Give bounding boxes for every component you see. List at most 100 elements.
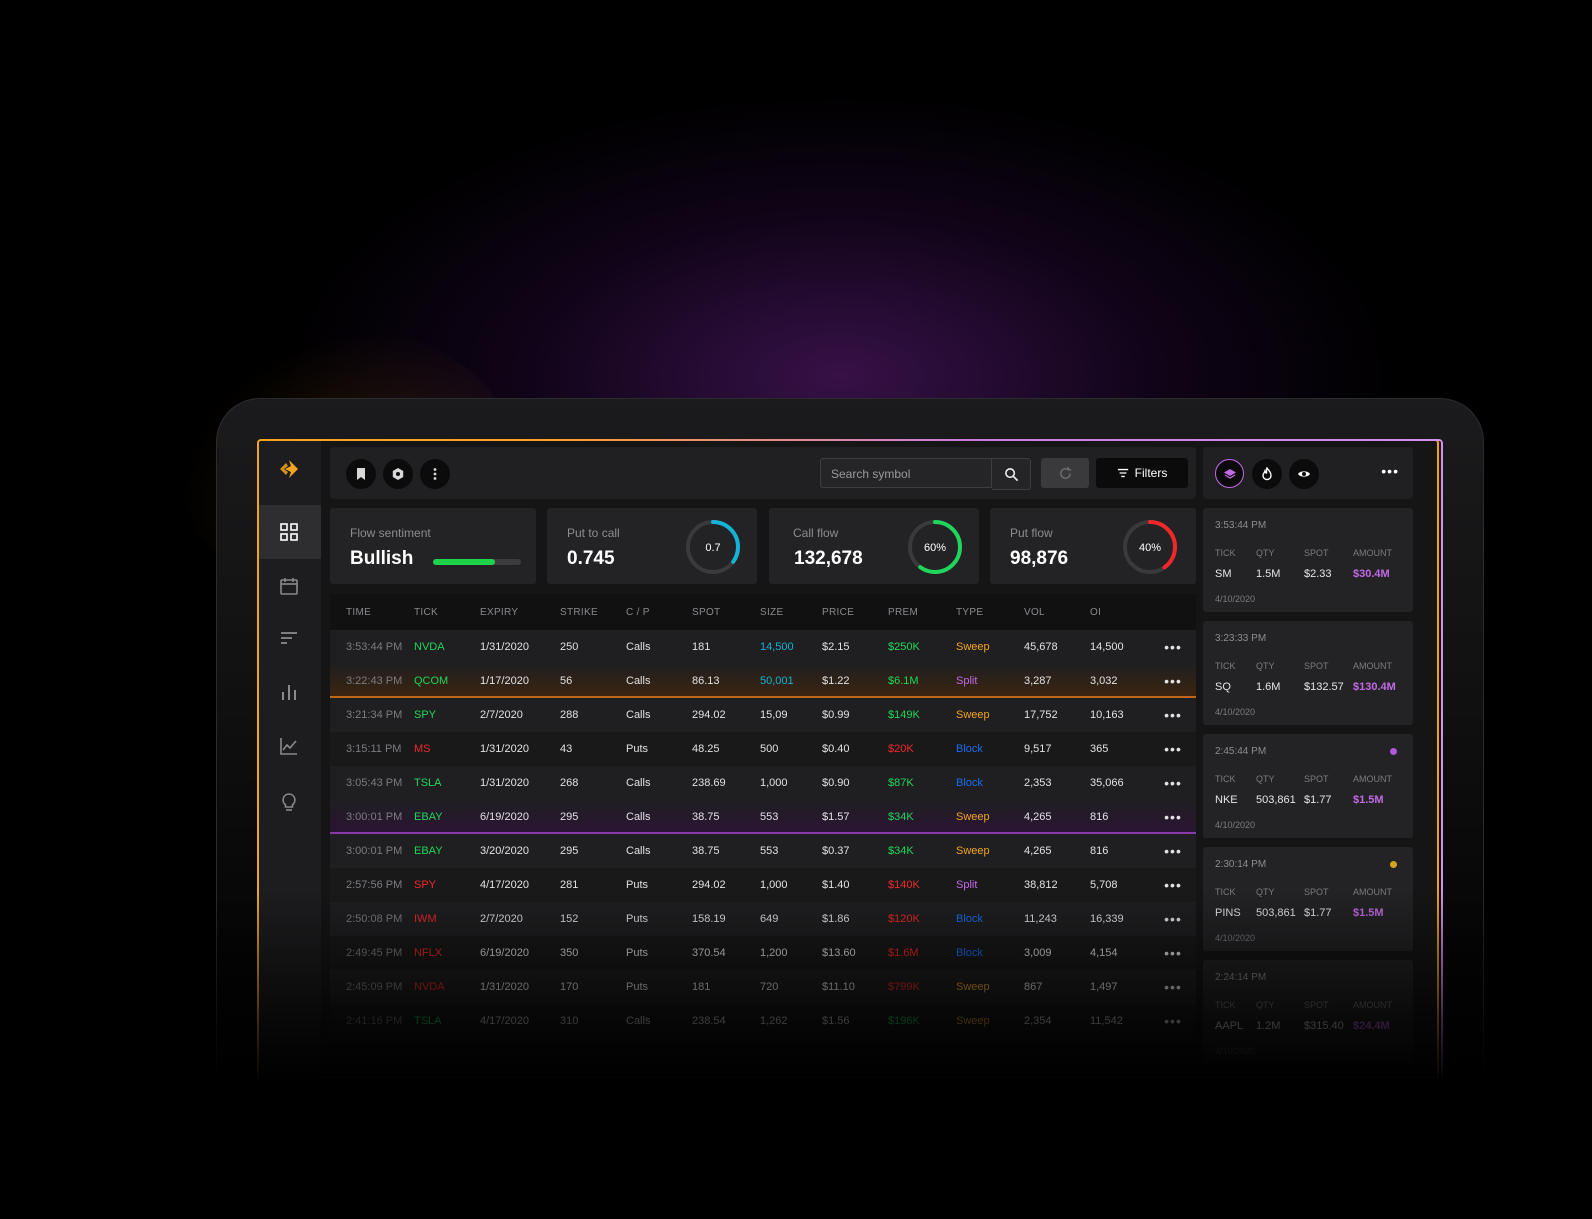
cell-time: 3:05:43 PM bbox=[346, 777, 403, 789]
table-row[interactable]: 2:41:16 PM TSLA 4/17/2020 310 Calls 238.54 1,2… bbox=[330, 1004, 1196, 1038]
flow-alert-card[interactable]: 3:23:33 PM TICK QTY SPOT AMOUNT SQ 1.6M $132.57… bbox=[1203, 621, 1413, 725]
alert-header-spot: SPOT bbox=[1304, 548, 1329, 558]
cell-tick: NVDA bbox=[414, 981, 445, 993]
eye-icon bbox=[1298, 471, 1310, 477]
flow-alert-card[interactable]: 2:30:14 PM TICK QTY SPOT AMOUNT PINS 503,861 $1… bbox=[1203, 847, 1413, 951]
panel-more-icon[interactable]: ••• bbox=[1381, 463, 1399, 479]
cell-size: 1,262 bbox=[760, 1015, 788, 1027]
table-row[interactable]: 3:15:11 PM MS 1/31/2020 43 Puts 48.25 500 $0.40… bbox=[330, 732, 1196, 766]
cell-oi: 5,708 bbox=[1090, 879, 1118, 891]
cell-strike: 268 bbox=[560, 777, 579, 789]
flow-alert-card[interactable]: 2:45:44 PM TICK QTY SPOT AMOUNT NKE 503,861 $1.… bbox=[1203, 734, 1413, 838]
table-row[interactable]: 2:57:56 PM SPY 4/17/2020 281 Puts 294.02 1,000… bbox=[330, 868, 1196, 902]
alert-tick: SQ bbox=[1215, 681, 1231, 693]
table-row[interactable]: 2:50:08 PM IWM 2/7/2020 152 Puts 158.19 649 $1.… bbox=[330, 902, 1196, 936]
top-toolbar: Search symbol Filters bbox=[330, 447, 1196, 499]
sidebar-item-ideas[interactable] bbox=[257, 775, 321, 829]
row-more-icon[interactable]: ••• bbox=[1150, 639, 1196, 655]
cell-vol: 11,243 bbox=[1024, 913, 1057, 925]
sidebar-item-bar-chart[interactable] bbox=[257, 665, 321, 719]
search-button[interactable] bbox=[992, 458, 1031, 490]
cell-size: 720 bbox=[760, 981, 779, 993]
alert-amount: $1.5M bbox=[1353, 907, 1384, 919]
sidebar-item-line-chart[interactable] bbox=[257, 719, 321, 773]
alert-tick: AAPL bbox=[1215, 1020, 1244, 1032]
cell-strike: 295 bbox=[560, 811, 579, 823]
cell-cp: Calls bbox=[626, 709, 651, 721]
bookmark-button[interactable] bbox=[346, 459, 376, 489]
put-flow-ring-label: 40% bbox=[1139, 542, 1161, 554]
column-header-cp[interactable]: C / P bbox=[626, 607, 692, 618]
table-row[interactable]: 3:53:44 PM NVDA 1/31/2020 250 Calls 181 14,500… bbox=[330, 630, 1196, 664]
layers-button[interactable] bbox=[1215, 459, 1244, 488]
refresh-button[interactable] bbox=[1041, 458, 1089, 488]
sidebar-item-sort[interactable] bbox=[257, 611, 321, 665]
right-panel-toolbar: ••• bbox=[1203, 447, 1413, 499]
settings-button[interactable] bbox=[383, 459, 413, 489]
column-header-strike[interactable]: STRIKE bbox=[560, 607, 626, 618]
table-row[interactable]: 3:22:43 PM QCOM 1/17/2020 56 Calls 86.13 50,00… bbox=[330, 664, 1196, 698]
row-more-icon[interactable]: ••• bbox=[1150, 775, 1196, 791]
sort-icon bbox=[281, 632, 297, 644]
row-more-icon[interactable]: ••• bbox=[1150, 843, 1196, 859]
cell-prem: $6.1M bbox=[888, 675, 919, 687]
table-row[interactable]: 3:21:34 PM SPY 2/7/2020 288 Calls 294.02 15,09… bbox=[330, 698, 1196, 732]
cell-size: 15,09 bbox=[760, 709, 788, 721]
column-header-time[interactable]: TIME bbox=[330, 607, 414, 618]
cell-time: 2:50:08 PM bbox=[346, 913, 403, 925]
column-header-vol[interactable]: VOL bbox=[1024, 607, 1090, 618]
filters-button[interactable]: Filters bbox=[1096, 458, 1188, 488]
cell-oi: 365 bbox=[1090, 743, 1109, 755]
row-more-icon[interactable]: ••• bbox=[1150, 945, 1196, 961]
column-header-price[interactable]: PRICE bbox=[822, 607, 888, 618]
cell-tick: TSLA bbox=[414, 1015, 442, 1027]
more-menu-button[interactable] bbox=[420, 459, 450, 489]
table-row[interactable]: 3:00:01 PM EBAY 6/19/2020 295 Calls 38.75 553 $… bbox=[330, 800, 1196, 834]
row-more-icon[interactable]: ••• bbox=[1150, 1013, 1196, 1029]
flow-alert-card[interactable]: 2:24:14 PM TICK QTY SPOT AMOUNT AAPL 1.2M $315.… bbox=[1203, 960, 1413, 1064]
flow-sentiment-value: Bullish bbox=[350, 548, 414, 569]
row-more-icon[interactable]: ••• bbox=[1150, 673, 1196, 689]
column-header-tick[interactable]: TICK bbox=[414, 607, 480, 618]
cell-spot: 48.25 bbox=[692, 743, 720, 755]
alert-header-amount: AMOUNT bbox=[1353, 887, 1392, 897]
row-more-icon[interactable]: ••• bbox=[1150, 911, 1196, 927]
cell-price: $0.40 bbox=[822, 743, 850, 755]
column-header-oi[interactable]: OI bbox=[1090, 607, 1150, 618]
column-header-expiry[interactable]: EXPIRY bbox=[480, 607, 560, 618]
hot-button[interactable] bbox=[1252, 459, 1282, 489]
cell-strike: 250 bbox=[560, 641, 579, 653]
row-more-icon[interactable]: ••• bbox=[1150, 809, 1196, 825]
cell-spot: 181 bbox=[692, 981, 711, 993]
cell-vol: 45,678 bbox=[1024, 641, 1058, 653]
table-row[interactable]: 2:45:09 PM NVDA 1/31/2020 170 Puts 181 720 $11.… bbox=[330, 970, 1196, 1004]
table-row[interactable]: 2:49:45 PM NFLX 6/19/2020 350 Puts 370.54 1,20… bbox=[330, 936, 1196, 970]
flow-alert-card[interactable]: 3:53:44 PM TICK QTY SPOT AMOUNT SM 1.5M $2.33 $3… bbox=[1203, 508, 1413, 612]
sidebar-item-dashboard[interactable] bbox=[257, 505, 321, 559]
cell-size: 1,000 bbox=[760, 777, 788, 789]
column-header-size[interactable]: SIZE bbox=[760, 607, 822, 618]
column-header-type[interactable]: TYPE bbox=[956, 607, 1024, 618]
alert-qty: 1.5M bbox=[1256, 568, 1281, 580]
alert-header-spot: SPOT bbox=[1304, 661, 1329, 671]
row-more-icon[interactable]: ••• bbox=[1150, 741, 1196, 757]
put-to-call-value: 0.745 bbox=[567, 548, 615, 569]
alert-spot: $315.40 bbox=[1304, 1020, 1344, 1032]
cell-time: 3:53:44 PM bbox=[346, 641, 403, 653]
sidebar-item-calendar[interactable] bbox=[257, 559, 321, 613]
search-input[interactable]: Search symbol bbox=[820, 458, 992, 488]
row-more-icon[interactable]: ••• bbox=[1150, 979, 1196, 995]
cell-vol: 9,517 bbox=[1024, 743, 1052, 755]
table-row[interactable]: 3:05:43 PM TSLA 1/31/2020 268 Calls 238.69 1,0… bbox=[330, 766, 1196, 800]
column-header-spot[interactable]: SPOT bbox=[692, 607, 760, 618]
table-row[interactable]: 3:00:01 PM EBAY 3/20/2020 295 Calls 38.75 553 $… bbox=[330, 834, 1196, 868]
put-flow-value: 98,876 bbox=[1010, 548, 1069, 569]
row-more-icon[interactable]: ••• bbox=[1150, 707, 1196, 723]
row-more-icon[interactable]: ••• bbox=[1150, 877, 1196, 893]
watch-button[interactable] bbox=[1289, 459, 1319, 489]
column-header-prem[interactable]: PREM bbox=[888, 607, 956, 618]
bar-chart-icon bbox=[282, 685, 296, 700]
app-logo-icon[interactable] bbox=[277, 457, 301, 481]
cell-spot: 38.75 bbox=[692, 811, 720, 823]
alert-amount: $24.4M bbox=[1353, 1020, 1390, 1032]
